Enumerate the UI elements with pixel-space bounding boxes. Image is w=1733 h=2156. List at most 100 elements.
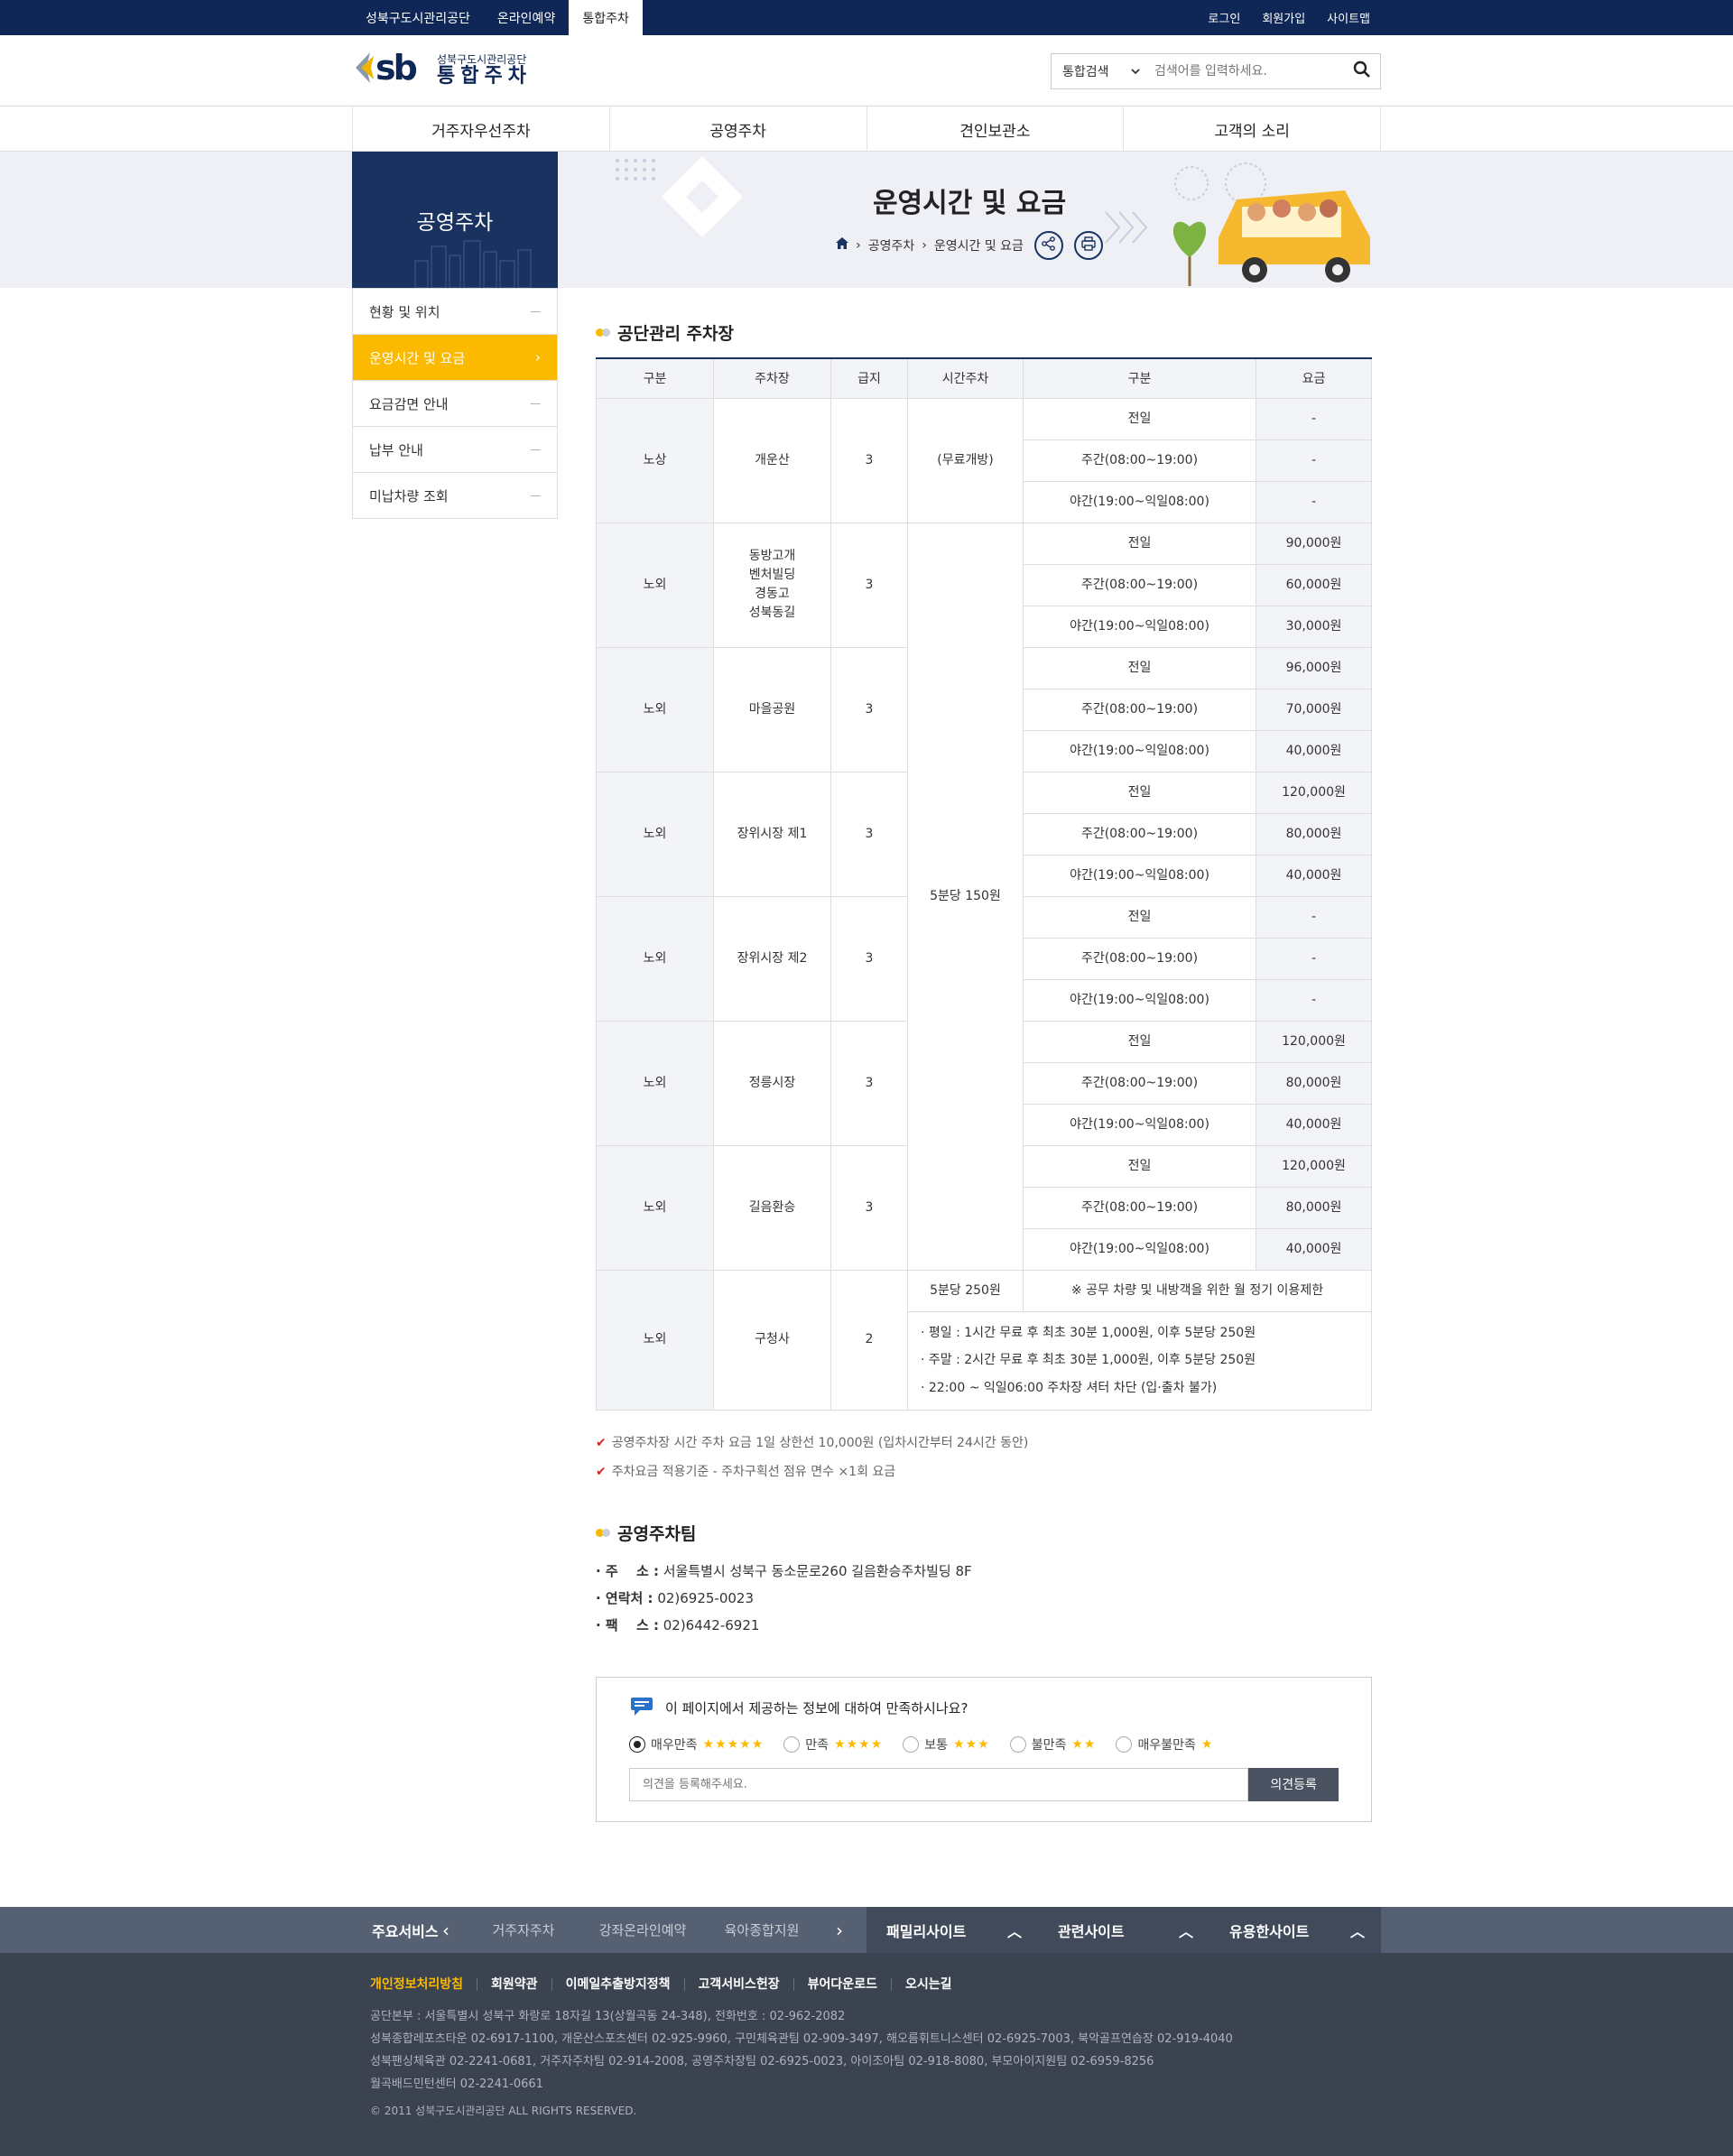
survey-option-dissatisfied[interactable]: 불만족 ★★ [1009, 1735, 1097, 1753]
survey-question-text: 이 페이지에서 제공하는 정보에 대하여 만족하시나요? [665, 1700, 968, 1717]
breadcrumb-item[interactable]: 운영시간 및 요금 [934, 236, 1024, 254]
hourly-rate-cell: 5분당 150원 [907, 522, 1024, 1271]
opinion-input[interactable] [629, 1767, 1249, 1801]
service-link[interactable]: 강좌온라인예약 [583, 1920, 702, 1939]
lot-type-cell: 노외 [596, 1020, 714, 1146]
service-link[interactable]: 거주자주차 [464, 1920, 583, 1939]
search-scope-select[interactable]: 통합검색 [1052, 54, 1151, 88]
decor-diamond-icon [616, 156, 743, 237]
search-input[interactable] [1151, 53, 1344, 88]
chevron-left-icon[interactable]: ‹ [428, 1920, 464, 1941]
signup-link[interactable]: 회원가입 [1251, 0, 1316, 35]
useful-site-dropdown[interactable]: 유용한사이트 ︿ [1209, 1907, 1381, 1953]
side-item-unpaid[interactable]: 미납차량 조회 — [353, 472, 557, 518]
table-header: 요금 [1256, 358, 1372, 399]
search-box: 통합검색 [1051, 52, 1381, 89]
period-cell: 주간(08:00~19:00) [1023, 812, 1256, 856]
print-button[interactable] [1073, 230, 1103, 260]
nav-public-parking[interactable]: 공영주차 [610, 106, 867, 152]
fee-cell: 96,000원 [1256, 646, 1372, 689]
radio-button[interactable] [1009, 1735, 1026, 1753]
chevron-up-icon: ︿ [1178, 1922, 1193, 1940]
footer-link-privacy[interactable]: 개인정보처리방침 [370, 1978, 477, 1991]
logo[interactable]: sb 성북구도시관리공단 통합주차 [352, 47, 532, 95]
side-item-discount[interactable]: 요금감면 안내 — [353, 380, 557, 426]
radio-button[interactable] [903, 1735, 920, 1753]
check-icon: ✔ [596, 1435, 607, 1450]
period-cell: 야간(19:00~익일08:00) [1023, 978, 1256, 1022]
breadcrumb-item[interactable]: 공영주차 [868, 236, 915, 254]
side-item-payment[interactable]: 납부 안내 — [353, 426, 557, 472]
fee-cell: 120,000원 [1256, 1020, 1372, 1063]
team-value: 02)6442-6921 [658, 1616, 760, 1633]
dropdown-label: 패밀리사이트 [886, 1922, 967, 1940]
footer-link-email-policy[interactable]: 이메일추출방지정책 [551, 1978, 684, 1991]
car-family-illustration-icon [1172, 162, 1370, 286]
side-item-status-location[interactable]: 현황 및 위치 — [353, 288, 557, 334]
radio-button[interactable] [629, 1735, 645, 1753]
lot-grade-cell: 3 [830, 771, 908, 897]
submit-opinion-button[interactable]: 의견등록 [1248, 1767, 1339, 1801]
sitemap-link[interactable]: 사이트맵 [1316, 0, 1381, 35]
lot-type-cell: 노외 [596, 646, 714, 773]
lot-grade-cell: 3 [830, 522, 908, 648]
nav-resident-parking[interactable]: 거주자우선주차 [353, 106, 610, 152]
dropdown-label: 관련사이트 [1058, 1922, 1125, 1940]
related-site-dropdown[interactable]: 관련사이트 ︿ [1038, 1907, 1209, 1953]
fee-cell: 60,000원 [1256, 563, 1372, 606]
login-link[interactable]: 로그인 [1197, 0, 1251, 35]
main-content: 공단관리 주차장 구분 주차장 급지 시간주차 구분 요금 노상 개운산 3 (무료개… [596, 288, 1372, 1822]
radio-button[interactable] [1116, 1735, 1133, 1753]
survey-option-very-dissatisfied[interactable]: 매우불만족 ★ [1116, 1735, 1213, 1753]
team-label: · 팩 스 : [596, 1616, 659, 1633]
survey-option-very-satisfied[interactable]: 매우만족 ★★★★★ [629, 1735, 764, 1753]
team-address: · 주 소 : 서울특별시 성북구 동소문로260 길음환승주차빌딩 8F [596, 1558, 1372, 1585]
note-item: ✔ 공영주차장 시간 주차 요금 1일 상한선 10,000원 (입차시간부터 2… [596, 1429, 1372, 1457]
lot-name-cell: 개운산 [713, 397, 831, 523]
search-scope-label: 통합검색 [1062, 64, 1109, 79]
fee-cell: - [1256, 895, 1372, 939]
survey-option-normal[interactable]: 보통 ★★★ [903, 1735, 989, 1753]
top-link-reservation[interactable]: 온라인예약 [484, 0, 569, 35]
radio-button[interactable] [783, 1735, 801, 1753]
minus-icon: — [530, 489, 541, 502]
footer-info-line: 월곡배드민턴센터 02-2241-0661 [370, 2077, 543, 2091]
footer-link-terms[interactable]: 회원약관 [477, 1978, 551, 1991]
check-icon: ✔ [596, 1464, 607, 1479]
footer-link-directions[interactable]: 오시는길 [890, 1978, 966, 1991]
top-link-parking[interactable]: 통합주차 [569, 0, 643, 35]
footer-info: 공단본부 : 서울특별시 성북구 화랑로 18자길 13(상월곡동 24-348… [370, 2005, 1363, 2096]
family-site-dropdown[interactable]: 패밀리사이트 ︿ [866, 1907, 1038, 1953]
chevron-right-icon[interactable]: › [821, 1920, 857, 1941]
top-bar: 성북구도시관리공단 온라인예약 통합주차 로그인 회원가입 사이트맵 [0, 0, 1733, 35]
chevron-up-icon: ︿ [1349, 1922, 1365, 1940]
chat-bubble-icon [629, 1696, 656, 1721]
table-header: 주차장 [713, 358, 831, 399]
period-cell: 주간(08:00~19:00) [1023, 1061, 1256, 1105]
side-item-hours-fees[interactable]: 운영시간 및 요금 › [353, 334, 557, 380]
lot-grade-cell: 3 [830, 397, 908, 523]
footer-link-charter[interactable]: 고객서비스헌장 [683, 1978, 793, 1991]
period-cell: 야간(19:00~익일08:00) [1023, 480, 1256, 523]
footer-link-bar: 주요서비스 ‹ 거주자주차 강좌온라인예약 육아종합지원 › 패밀리사이트 ︿ 관… [0, 1907, 1733, 1953]
survey-option-satisfied[interactable]: 만족 ★★★★ [783, 1735, 883, 1753]
top-link-agency[interactable]: 성북구도시관리공단 [352, 0, 484, 35]
nav-customer-voice[interactable]: 고객의 소리 [1124, 106, 1381, 152]
note-text: 주차요금 적용기준 - 주차구획선 점유 면수 ×1회 요금 [611, 1464, 896, 1479]
share-button[interactable] [1033, 230, 1063, 260]
note-item: ✔ 주차요금 적용기준 - 주차구획선 점유 면수 ×1회 요금 [596, 1457, 1372, 1486]
nav-tow-storage[interactable]: 견인보관소 [867, 106, 1125, 152]
service-link[interactable]: 육아종합지원 [702, 1920, 821, 1939]
home-icon[interactable] [836, 237, 849, 253]
chevron-up-icon: ︿ [1006, 1922, 1022, 1940]
lot-grade-cell: 3 [830, 646, 908, 773]
minus-icon: — [530, 397, 541, 410]
lot-type-cell: 노외 [596, 771, 714, 897]
note-text: 공영주차장 시간 주차 요금 1일 상한선 10,000원 (입차시간부터 24… [611, 1435, 1029, 1450]
lnb-title-box: 공영주차 [352, 152, 558, 288]
search-button[interactable] [1344, 54, 1380, 88]
footer-info-line: 성북종합레포츠타운 02-6917-1100, 개운산스포츠센터 02-925-… [370, 2032, 1233, 2046]
fee-cell: 40,000원 [1256, 729, 1372, 773]
footer-link-viewer[interactable]: 뷰어다운로드 [792, 1978, 891, 1991]
logo-text: 성북구도시관리공단 통합주차 [437, 53, 532, 88]
